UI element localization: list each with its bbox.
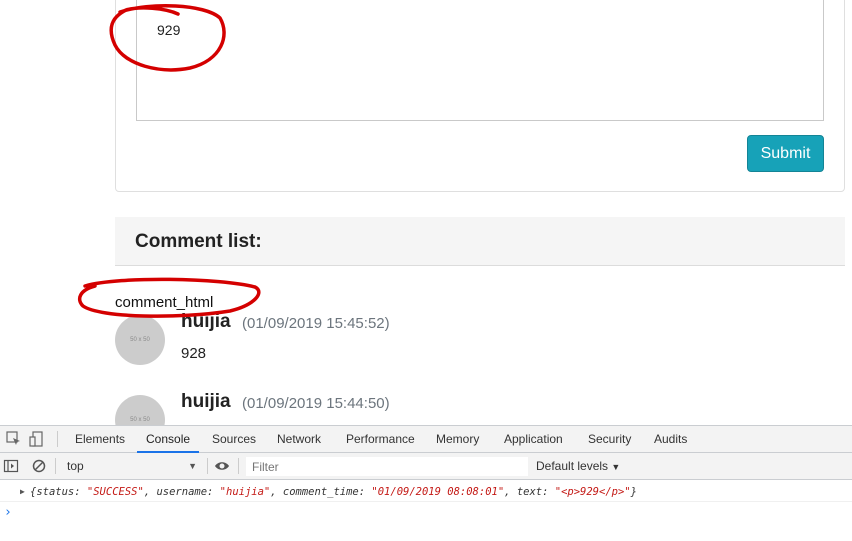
device-toolbar-icon[interactable] bbox=[29, 431, 45, 447]
expand-arrow-icon[interactable]: ▶ bbox=[20, 482, 25, 502]
toolbar-divider bbox=[207, 458, 208, 474]
tab-security[interactable]: Security bbox=[588, 426, 631, 453]
submit-button[interactable]: Submit bbox=[747, 135, 824, 172]
console-prompt-icon[interactable]: › bbox=[4, 505, 12, 520]
log-levels-label: Default levels bbox=[536, 459, 609, 473]
log-levels-dropdown[interactable]: Default levels ▼ bbox=[536, 457, 620, 477]
logged-object: {status: "SUCCESS", username: "huijia", … bbox=[30, 486, 637, 498]
tab-network[interactable]: Network bbox=[277, 426, 321, 453]
console-sidebar-icon[interactable] bbox=[3, 458, 19, 474]
tab-elements[interactable]: Elements bbox=[75, 426, 125, 453]
tab-performance[interactable]: Performance bbox=[346, 426, 415, 453]
context-value: top bbox=[67, 459, 84, 473]
comment-list-title: Comment list: bbox=[135, 231, 262, 252]
context-selector[interactable]: top ▼ bbox=[61, 457, 201, 476]
eye-icon[interactable] bbox=[214, 458, 230, 474]
inspect-element-icon[interactable] bbox=[6, 431, 22, 447]
clear-console-icon[interactable] bbox=[31, 458, 47, 474]
comment-editor[interactable] bbox=[136, 0, 824, 121]
devtools-tabbar: Elements Console Sources Network Perform… bbox=[0, 426, 852, 453]
dropdown-arrow-icon: ▼ bbox=[188, 461, 197, 471]
tab-memory[interactable]: Memory bbox=[436, 426, 479, 453]
comment-text: 928 bbox=[181, 345, 207, 362]
comment-list-header: Comment list: bbox=[115, 217, 845, 266]
avatar: 50 x 50 bbox=[115, 315, 165, 365]
console-log-entry[interactable]: ▶ {status: "SUCCESS", username: "huijia"… bbox=[0, 482, 852, 502]
comment-username[interactable]: huijia bbox=[181, 391, 231, 413]
toolbar-divider bbox=[55, 458, 56, 474]
comment-html-debug-text: comment_html bbox=[115, 294, 214, 311]
tab-application[interactable]: Application bbox=[504, 426, 563, 453]
comment-time: (01/09/2019 15:44:50) bbox=[242, 395, 390, 412]
console-filter-input[interactable] bbox=[246, 457, 528, 476]
comment-username[interactable]: huijia bbox=[181, 311, 231, 333]
tab-audits[interactable]: Audits bbox=[654, 426, 687, 453]
devtools-panel: Elements Console Sources Network Perform… bbox=[0, 425, 852, 541]
toolbar-divider bbox=[238, 458, 239, 474]
editor-content: 929 bbox=[157, 22, 181, 38]
tab-sources[interactable]: Sources bbox=[212, 426, 256, 453]
comment-time: (01/09/2019 15:45:52) bbox=[242, 315, 390, 332]
tab-console[interactable]: Console bbox=[137, 426, 200, 453]
comment-item: 50 x 50 huijia (01/09/2019 15:45:52) 928 bbox=[115, 311, 815, 375]
dropdown-arrow-icon: ▼ bbox=[611, 462, 621, 472]
toolbar-divider bbox=[57, 431, 58, 447]
console-toolbar: top ▼ Default levels ▼ bbox=[0, 453, 852, 480]
